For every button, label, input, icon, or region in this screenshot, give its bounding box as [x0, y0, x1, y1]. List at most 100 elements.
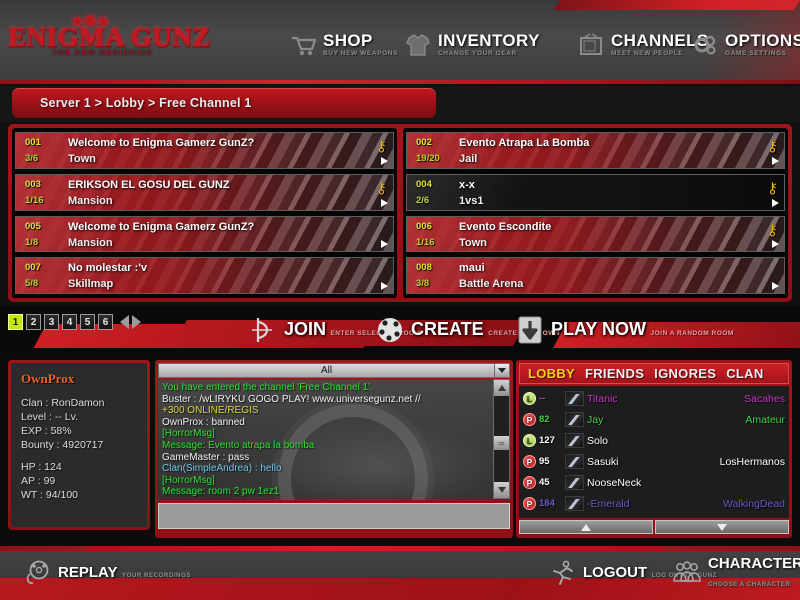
chat-input[interactable] — [163, 506, 505, 527]
lock-key-icon: ⚷ — [376, 138, 387, 155]
player-level: 45 — [539, 477, 550, 488]
room-list-column-left: 001 3/6 Welcome to Enigma Gamerz GunZ? Town… — [12, 128, 397, 298]
room-title: maui — [459, 262, 485, 275]
room-enter-arrow-icon[interactable] — [772, 282, 779, 290]
tab-clan[interactable]: CLAN — [726, 366, 763, 381]
nav-options-desc: GAME SETTINGS — [725, 50, 787, 57]
page-button-5[interactable]: 5 — [80, 314, 95, 330]
prev-page-arrow-icon[interactable] — [120, 315, 129, 329]
room-map: Town — [459, 236, 487, 249]
nav-options-label: OPTIONS — [725, 31, 800, 50]
player-name: NooseNeck — [587, 476, 642, 489]
player-rank-icon — [565, 391, 584, 406]
room-row[interactable]: 006 1/16 Evento Escondite Town ⚷ — [406, 215, 785, 253]
chat-panel: All You have entered the channel 'Free C… — [155, 360, 513, 538]
nav-inventory-button[interactable]: INVENTORY CHANGE YOUR GEAR — [405, 28, 540, 62]
room-map: 1vs1 — [459, 194, 484, 207]
room-enter-arrow-icon[interactable] — [772, 240, 779, 249]
room-row[interactable]: 001 3/6 Welcome to Enigma Gamerz GunZ? Town… — [15, 132, 394, 169]
breadcrumb[interactable]: Server 1 > Lobby > Free Channel 1 — [12, 88, 436, 118]
character-hp: HP : 124 — [21, 461, 62, 473]
tab-ignores[interactable]: IGNORES — [654, 366, 716, 381]
tab-friends[interactable]: FRIENDS — [585, 366, 644, 381]
room-enter-arrow-icon[interactable] — [772, 156, 779, 165]
chat-message: [HorrorMsg] — [162, 428, 215, 440]
room-row[interactable]: 007 5/8 No molestar :'v Skillmap — [15, 257, 394, 294]
lock-key-icon: ⚷ — [767, 221, 778, 239]
pagination: 1 2 3 4 5 6 — [8, 314, 141, 330]
room-number: 001 — [25, 137, 41, 148]
nav-shop-button[interactable]: SHOP BUY NEW WEAPONS — [290, 28, 398, 62]
room-number: 006 — [416, 220, 432, 232]
replay-label: REPLAY — [58, 564, 118, 581]
player-rank-icon — [565, 412, 584, 427]
page-button-4[interactable]: 4 — [62, 314, 77, 330]
player-level: 82 — [539, 414, 550, 425]
nav-inventory-label: INVENTORY — [438, 31, 540, 50]
player-list-panel: LOBBY FRIENDS IGNORES CLAN L -- Titanic Sac… — [516, 360, 792, 538]
room-enter-arrow-icon[interactable] — [381, 156, 388, 165]
room-map: Mansion — [68, 194, 113, 207]
page-button-3[interactable]: 3 — [44, 314, 59, 330]
room-number: 007 — [25, 262, 41, 274]
page-button-6[interactable]: 6 — [98, 314, 113, 330]
replay-button[interactable]: REPLAY YOUR RECORDINGS — [22, 558, 191, 588]
chat-message: Message: Evento atrapa la bomba — [162, 439, 315, 451]
chat-message: OwnProx : banned — [162, 416, 245, 428]
characters-button[interactable]: CHARACTERS CHOOSE A CHARACTER — [672, 556, 800, 588]
player-state-badge: P — [523, 455, 536, 468]
running-man-icon — [547, 560, 577, 586]
page-button-1[interactable]: 1 — [8, 314, 23, 330]
player-level: -- — [539, 393, 546, 404]
room-row[interactable]: 008 3/8 maui Battle Arena — [406, 257, 785, 294]
page-button-2[interactable]: 2 — [26, 314, 41, 330]
room-row[interactable]: 005 1/8 Welcome to Enigma Gamerz GunZ? Mans… — [15, 215, 394, 253]
join-icon — [248, 315, 278, 345]
room-map: Jail — [459, 153, 478, 165]
player-row[interactable]: P 45 NooseNeck — [519, 472, 789, 493]
room-title: No molestar :'v — [68, 262, 148, 275]
room-row[interactable]: 002 19/20 Evento Atrapa La Bomba Jail ⚷ — [406, 132, 785, 169]
room-enter-arrow-icon[interactable] — [381, 240, 388, 249]
room-number: 005 — [25, 220, 41, 232]
tab-lobby[interactable]: LOBBY — [528, 366, 575, 381]
room-enter-arrow-icon[interactable] — [381, 282, 388, 290]
header-divider — [0, 80, 800, 84]
player-row[interactable]: P 184 -Emerald WalkingDead — [519, 493, 789, 514]
room-row[interactable]: 003 1/16 ERIKSON EL GOSU DEL GUNZ Mansion ⚷ — [15, 173, 394, 211]
replay-desc: YOUR RECORDINGS — [121, 572, 191, 579]
chat-input-box[interactable] — [158, 503, 510, 529]
room-title: x-x — [459, 178, 475, 191]
lower-section: OwnProx Clan : RonDamon Level : -- Lv. E… — [0, 354, 800, 546]
player-list-scroll-down-button[interactable] — [655, 520, 789, 534]
room-enter-arrow-icon[interactable] — [772, 198, 779, 207]
chevron-down-icon[interactable] — [494, 364, 509, 377]
play-now-button[interactable]: PLAY NOW JOIN A RANDOM ROOM — [515, 312, 734, 348]
player-list-scrollbar[interactable] — [519, 520, 789, 534]
play-now-label: PLAY NOW — [551, 319, 647, 339]
room-list: 001 3/6 Welcome to Enigma Gamerz GunZ? Town… — [8, 124, 792, 302]
tv-icon — [578, 33, 604, 57]
next-page-arrow-icon[interactable] — [132, 315, 141, 329]
player-row[interactable]: P 95 Sasuki LosHermanos — [519, 451, 789, 472]
breadcrumb-text: Server 1 > Lobby > Free Channel 1 — [40, 96, 252, 110]
nav-options-button[interactable]: OPTIONS GAME SETTINGS — [692, 28, 800, 62]
chat-filter-dropdown[interactable]: All — [158, 363, 510, 378]
player-row[interactable]: L 127 Solo — [519, 430, 789, 451]
room-map: Mansion — [68, 236, 113, 249]
film-reel-icon — [22, 560, 52, 586]
character-clan: Clan : RonDamon — [21, 397, 105, 409]
room-row[interactable]: 004 2/6 x-x 1vs1 ⚷ — [406, 173, 785, 211]
player-list-scroll-up-button[interactable] — [519, 520, 653, 534]
character-ap: AP : 99 — [21, 475, 56, 487]
player-list: L -- Titanic Sacahes P 82 Jay Amateur L 127 Solo P 9… — [519, 386, 789, 518]
room-enter-arrow-icon[interactable] — [381, 198, 388, 207]
player-state-badge: P — [523, 476, 536, 489]
chat-message: Clan(SimpleAndrea) : hello — [162, 463, 282, 475]
room-capacity: 2/6 — [416, 194, 430, 206]
chat-message: Message: room 2 pw 1ez1 — [162, 486, 280, 498]
chat-log: You have entered the channel 'Free Chann… — [158, 380, 510, 500]
player-row[interactable]: P 82 Jay Amateur — [519, 409, 789, 430]
player-row[interactable]: L -- Titanic Sacahes — [519, 388, 789, 409]
nav-channels-button[interactable]: CHANNELS MEET NEW PEOPLE — [578, 28, 709, 62]
